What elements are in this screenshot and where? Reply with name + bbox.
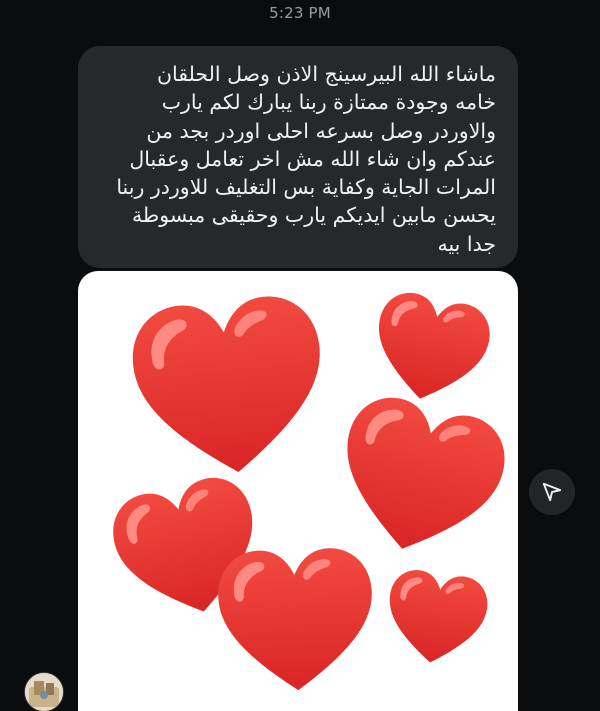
heart-middle-right-icon [325, 388, 515, 568]
sender-avatar[interactable] [24, 672, 64, 711]
share-button[interactable] [529, 469, 575, 515]
heart-bottom-center-icon [216, 546, 376, 693]
avatar-image [25, 673, 63, 711]
heart-small-top-right-icon [365, 287, 496, 411]
message-text: ماشاء الله البيرسينج الاذن وصل الحلقان خ… [116, 62, 496, 256]
image-attachment[interactable] [78, 271, 518, 711]
heart-large-icon [127, 291, 332, 482]
hearts-image [104, 287, 515, 693]
chat-screen: 5:23 PM ماشاء الله البيرسينج الاذن وصل ا… [0, 0, 600, 711]
send-icon [542, 482, 562, 502]
message-timestamp: 5:23 PM [269, 4, 331, 22]
heart-small-bottom-right-icon [381, 566, 492, 670]
message-bubble[interactable]: ماشاء الله البيرسينج الاذن وصل الحلقان خ… [78, 46, 518, 268]
